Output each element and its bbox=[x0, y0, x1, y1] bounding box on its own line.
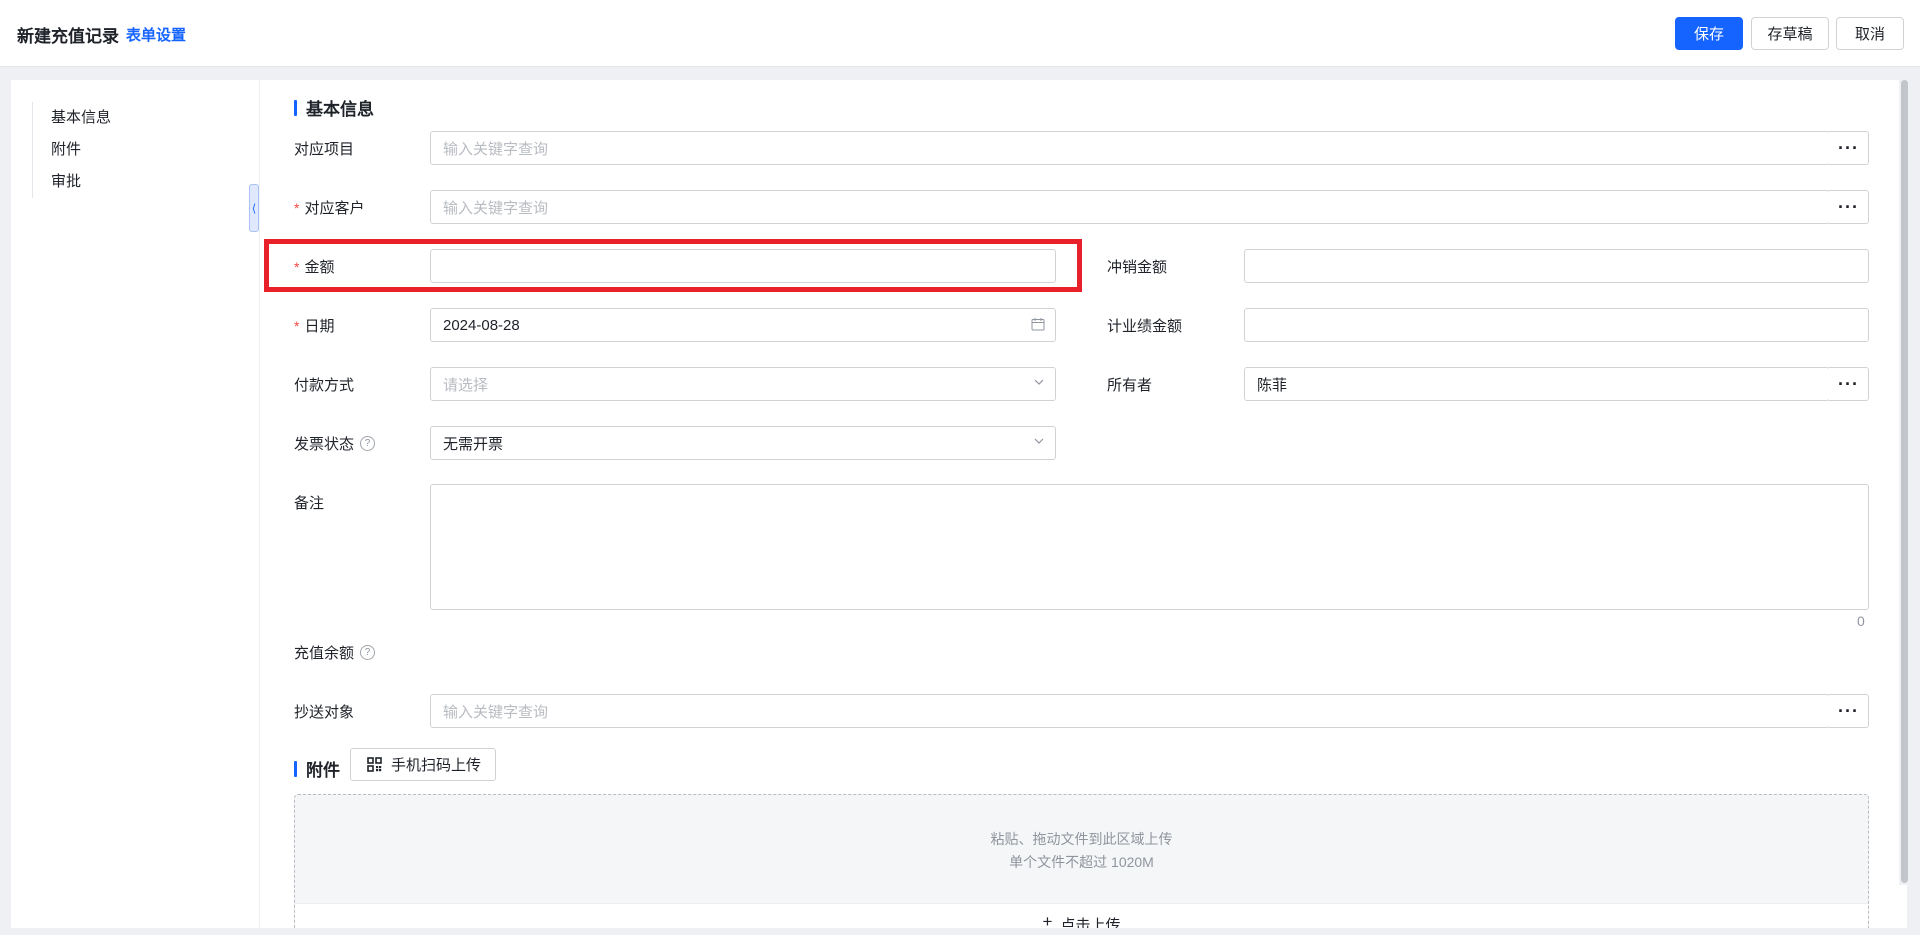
invoice-value: 无需开票 bbox=[443, 435, 504, 453]
date-label-text: 日期 bbox=[304, 318, 335, 335]
project-placeholder: 输入关键字查询 bbox=[443, 140, 549, 158]
owner-label: 所有者 bbox=[1107, 374, 1152, 395]
project-input[interactable]: 输入关键字查询 bbox=[430, 131, 1830, 165]
performance-input[interactable] bbox=[1244, 308, 1869, 342]
scrollbar-thumb[interactable] bbox=[1901, 80, 1908, 883]
writeoff-label: 冲销金额 bbox=[1107, 256, 1167, 277]
payment-placeholder: 请选择 bbox=[443, 376, 489, 394]
section-accent-bar bbox=[294, 99, 297, 116]
payment-label-text: 付款方式 bbox=[294, 377, 355, 394]
customer-input[interactable]: 输入关键字查询 bbox=[430, 190, 1830, 224]
owner-more-button[interactable]: ··· bbox=[1829, 367, 1869, 401]
section-title-attachments: 附件 bbox=[306, 761, 340, 780]
owner-input[interactable]: 陈菲 bbox=[1244, 367, 1830, 401]
project-more-button[interactable]: ··· bbox=[1829, 131, 1869, 165]
chevron-down-icon bbox=[1033, 435, 1045, 450]
mobile-scan-upload-label: 手机扫码上传 bbox=[391, 757, 482, 774]
more-icon: ··· bbox=[1838, 373, 1859, 394]
amount-label: * 金额 bbox=[294, 256, 334, 277]
help-circle-icon[interactable]: ? bbox=[360, 436, 376, 451]
invoice-label: 发票状态 ? bbox=[294, 433, 376, 454]
sidebar-item-approval[interactable]: 审批 bbox=[51, 166, 111, 198]
required-mark: * bbox=[294, 317, 300, 334]
cc-placeholder: 输入关键字查询 bbox=[443, 703, 549, 721]
customer-placeholder: 输入关键字查询 bbox=[443, 199, 549, 217]
plus-icon: + bbox=[1042, 912, 1053, 928]
cc-input[interactable]: 输入关键字查询 bbox=[430, 694, 1830, 728]
file-drop-zone[interactable]: 粘贴、拖动文件到此区域上传 单个文件不超过 1020M + 点击上传 bbox=[294, 794, 1869, 928]
chevron-down-icon bbox=[1033, 376, 1045, 391]
form-content: 基本信息 对应项目 输入关键字查询 ··· * 对应客户 输入关键字查询 ···… bbox=[259, 80, 1907, 928]
page-title: 新建充值记录 bbox=[17, 27, 119, 46]
sidebar-item-attachments[interactable]: 附件 bbox=[51, 134, 111, 166]
performance-label-text: 计业绩金额 bbox=[1107, 318, 1183, 335]
drop-hint-line1: 粘贴、拖动文件到此区域上传 bbox=[990, 831, 1173, 847]
remark-label: 备注 bbox=[294, 492, 324, 513]
section-header-attachments: 附件 bbox=[294, 756, 340, 781]
performance-label: 计业绩金额 bbox=[1107, 315, 1182, 336]
more-icon: ··· bbox=[1838, 700, 1859, 721]
owner-label-text: 所有者 bbox=[1107, 377, 1153, 394]
invoice-select[interactable]: 无需开票 bbox=[430, 426, 1056, 460]
sidebar-item-basic-info[interactable]: 基本信息 bbox=[51, 102, 111, 134]
calendar-icon[interactable] bbox=[1031, 317, 1045, 334]
customer-label: * 对应客户 bbox=[294, 197, 364, 218]
cc-label-text: 抄送对象 bbox=[294, 704, 355, 721]
date-value: 2024-08-28 bbox=[443, 316, 520, 334]
required-mark: * bbox=[294, 258, 300, 275]
sidebar-nav: 基本信息 附件 审批 bbox=[32, 102, 111, 198]
balance-label-text: 充值余额 bbox=[294, 645, 355, 662]
drop-hint-line2: 单个文件不超过 1020M bbox=[1009, 854, 1154, 870]
amount-input[interactable] bbox=[430, 249, 1056, 283]
form-settings-link[interactable]: 表单设置 bbox=[126, 24, 186, 45]
date-input[interactable]: 2024-08-28 bbox=[430, 308, 1056, 342]
mobile-scan-upload-button[interactable]: 手机扫码上传 bbox=[350, 748, 497, 781]
help-circle-icon[interactable]: ? bbox=[360, 645, 376, 660]
writeoff-input[interactable] bbox=[1244, 249, 1869, 283]
more-icon: ··· bbox=[1838, 196, 1859, 217]
section-accent-bar bbox=[294, 760, 297, 777]
amount-label-text: 金额 bbox=[304, 259, 335, 276]
section-sidebar: 基本信息 附件 审批 ⟨ bbox=[11, 80, 259, 928]
date-label: * 日期 bbox=[294, 315, 334, 336]
balance-label: 充值余额 ? bbox=[294, 642, 376, 663]
qr-code-icon bbox=[367, 757, 382, 772]
cancel-button[interactable]: 取消 bbox=[1836, 17, 1904, 50]
more-icon: ··· bbox=[1838, 137, 1859, 158]
section-title-basic-info: 基本信息 bbox=[306, 100, 374, 119]
section-header-basic-info: 基本信息 bbox=[294, 95, 374, 120]
cc-more-button[interactable]: ··· bbox=[1829, 694, 1869, 728]
remark-char-count: 0 bbox=[1857, 613, 1865, 629]
payment-select[interactable]: 请选择 bbox=[430, 367, 1056, 401]
top-bar: 新建充值记录 表单设置 保存 存草稿 取消 bbox=[0, 0, 1920, 67]
invoice-label-text: 发票状态 bbox=[294, 436, 355, 453]
click-upload-button[interactable]: + 点击上传 bbox=[295, 903, 1868, 928]
owner-value: 陈菲 bbox=[1257, 376, 1288, 394]
payment-label: 付款方式 bbox=[294, 374, 354, 395]
project-label-text: 对应项目 bbox=[294, 141, 355, 158]
customer-label-text: 对应客户 bbox=[304, 200, 365, 217]
save-button[interactable]: 保存 bbox=[1675, 17, 1743, 50]
sidebar-collapse-handle[interactable]: ⟨ bbox=[249, 184, 259, 232]
required-mark: * bbox=[294, 199, 300, 216]
save-draft-button[interactable]: 存草稿 bbox=[1751, 17, 1829, 50]
customer-more-button[interactable]: ··· bbox=[1829, 190, 1869, 224]
click-upload-label: 点击上传 bbox=[1060, 917, 1121, 928]
cc-label: 抄送对象 bbox=[294, 701, 354, 722]
writeoff-label-text: 冲销金额 bbox=[1107, 259, 1168, 276]
project-label: 对应项目 bbox=[294, 138, 354, 159]
remark-label-text: 备注 bbox=[294, 495, 325, 512]
chevron-left-icon: ⟨ bbox=[251, 202, 257, 215]
remark-textarea[interactable] bbox=[430, 484, 1869, 610]
form-panel: 基本信息 附件 审批 ⟨ 基本信息 对应项目 输入关键字查询 ··· * 对应客… bbox=[11, 80, 1907, 928]
